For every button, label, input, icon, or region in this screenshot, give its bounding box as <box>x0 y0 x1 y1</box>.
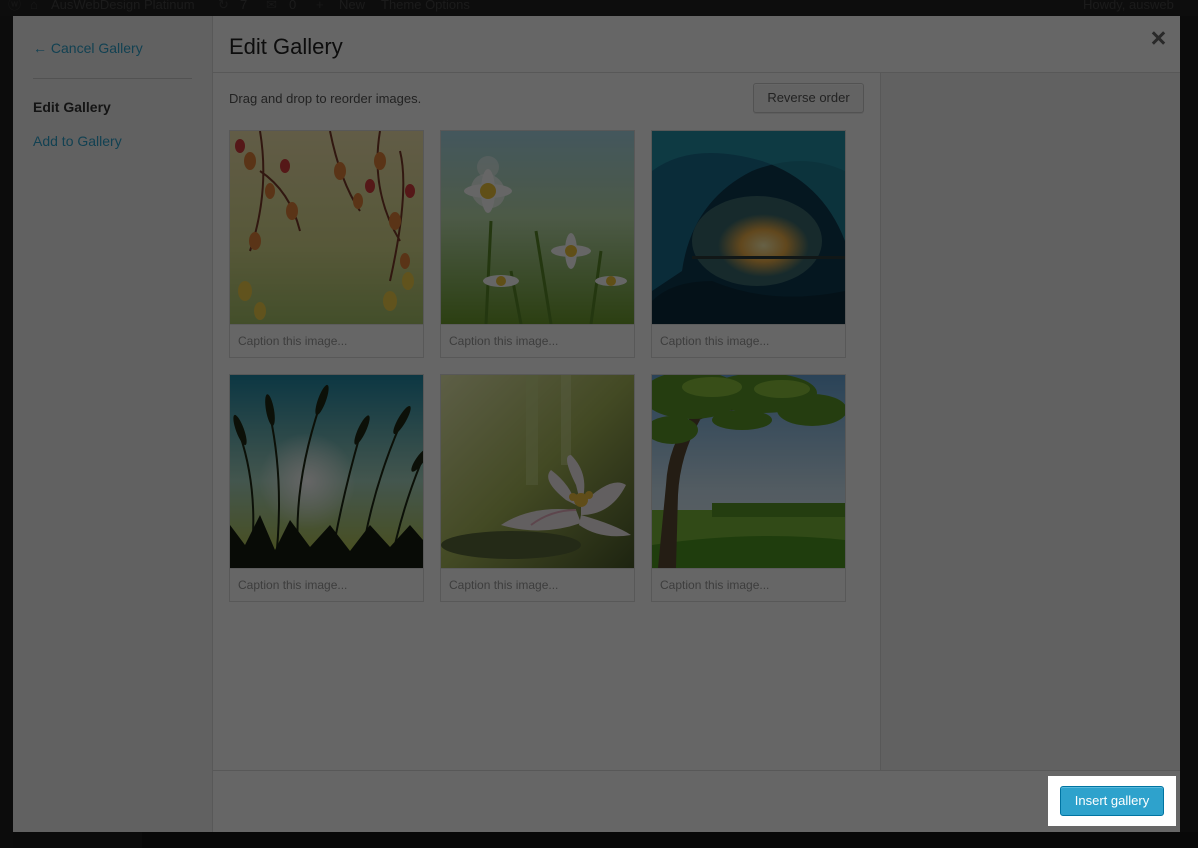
image-ocean-wave-sunset[interactable] <box>652 131 845 324</box>
new-link[interactable]: New <box>339 0 365 13</box>
updates-icon[interactable]: ↻ <box>218 0 229 13</box>
highlight-region: Insert gallery <box>1048 776 1176 826</box>
modal-title-bar: Edit Gallery <box>213 16 1180 73</box>
media-menu: ← Cancel Gallery Edit Gallery Add to Gal… <box>13 16 213 832</box>
user-greeting[interactable]: Howdy, ausweb <box>1083 0 1174 13</box>
gallery-tile[interactable] <box>651 374 846 602</box>
caption-input[interactable] <box>652 324 845 357</box>
site-name-link[interactable]: AusWebDesign Platinum <box>51 0 195 13</box>
gallery-tile[interactable] <box>440 130 635 358</box>
gallery-content: Drag and drop to reorder images. Reverse… <box>213 73 880 770</box>
caption-input[interactable] <box>230 568 423 601</box>
reorder-instructions: Drag and drop to reorder images. <box>229 91 422 106</box>
media-modal: ← Cancel Gallery Edit Gallery Add to Gal… <box>13 16 1180 832</box>
reverse-order-button[interactable]: Reverse order <box>753 83 864 113</box>
comment-icon[interactable]: ✉ <box>266 0 277 13</box>
updates-count: 7 <box>240 0 248 12</box>
menu-item-edit-gallery[interactable]: Edit Gallery <box>33 99 111 115</box>
plus-icon: + <box>316 0 324 12</box>
image-autumn-leaves[interactable] <box>230 131 423 324</box>
comments-count: 0 <box>289 0 297 12</box>
gallery-tile[interactable] <box>229 374 424 602</box>
caption-input[interactable] <box>441 568 634 601</box>
admin-bar: ⓦ ⌂ AusWebDesign Platinum ↻ 7 ✉ 0 + New … <box>0 0 1198 16</box>
cancel-gallery-link[interactable]: ← Cancel Gallery <box>33 40 143 56</box>
gallery-tile[interactable] <box>440 374 635 602</box>
close-icon[interactable] <box>1150 30 1166 46</box>
gallery-tile[interactable] <box>229 130 424 358</box>
page-title: Edit Gallery <box>229 34 343 59</box>
image-reeds-sky[interactable] <box>230 375 423 568</box>
home-icon: ⌂ <box>30 0 38 12</box>
caption-input[interactable] <box>441 324 634 357</box>
theme-options-link[interactable]: Theme Options <box>381 0 470 13</box>
caption-input[interactable] <box>652 568 845 601</box>
image-daisies[interactable] <box>441 131 634 324</box>
image-water-lily[interactable] <box>441 375 634 568</box>
caption-input[interactable] <box>230 324 423 357</box>
image-tree-meadow[interactable] <box>652 375 845 568</box>
wordpress-icon[interactable]: ⓦ <box>8 0 21 13</box>
gallery-tile[interactable] <box>651 130 846 358</box>
admin-footer-strip <box>142 832 1198 848</box>
attachment-details-sidebar <box>880 73 1180 770</box>
modal-toolbar <box>213 770 1180 832</box>
insert-gallery-button[interactable]: Insert gallery <box>1060 786 1164 816</box>
admin-menu-strip <box>0 16 13 848</box>
menu-item-add-to-gallery[interactable]: Add to Gallery <box>33 133 122 149</box>
menu-separator <box>33 78 192 79</box>
